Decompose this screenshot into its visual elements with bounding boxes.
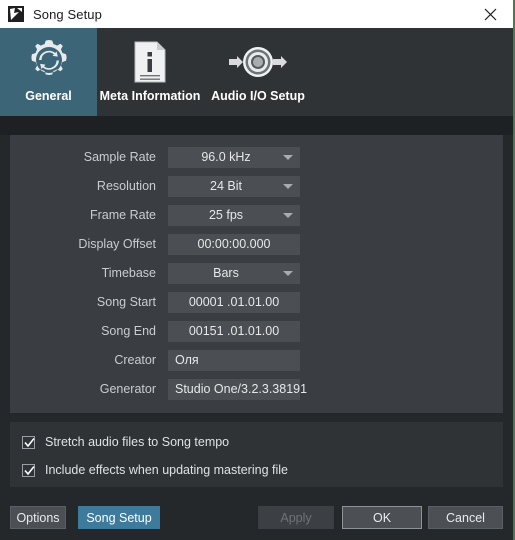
row-sample-rate: Sample Rate 96.0 kHz [10, 146, 300, 168]
creator-value: Оля [175, 353, 199, 367]
song-setup-button[interactable]: Song Setup [78, 506, 160, 529]
checkbox-label-include-effects: Include effects when updating mastering … [45, 463, 288, 477]
apply-button[interactable]: Apply [258, 506, 334, 529]
checkbox-stretch-audio-files[interactable] [22, 435, 35, 449]
general-settings-panel: Sample Rate 96.0 kHz Resolution 24 Bit F… [10, 135, 503, 413]
audio-io-jack-icon [227, 36, 289, 88]
tab-general-label: General [25, 89, 72, 103]
song-end-value: 00151 .01.01.00 [188, 324, 280, 338]
cancel-button[interactable]: Cancel [428, 506, 503, 529]
row-generator: Generator Studio One/3.2.3.38191 [10, 378, 307, 400]
row-song-end: Song End 00151 .01.01.00 [10, 320, 300, 342]
label-song-start: Song Start [96, 295, 156, 309]
label-timebase: Timebase [101, 266, 156, 280]
checkbox-label-stretch-audio-files: Stretch audio files to Song tempo [45, 435, 230, 449]
song-start-value: 00001 .01.01.00 [188, 295, 280, 309]
timebase-value: Bars [213, 266, 239, 280]
row-creator: Creator Оля [10, 349, 300, 371]
row-timebase: Timebase Bars [10, 262, 300, 284]
tab-meta-information-label: Meta Information [99, 89, 201, 103]
close-icon[interactable] [467, 0, 513, 28]
frame-rate-value: 25 fps [208, 208, 244, 222]
sample-rate-value: 96.0 kHz [201, 150, 251, 164]
song-setup-dialog: Song Setup General Meta Information Audi… [0, 0, 515, 540]
checkbox-row-stretch-audio-files[interactable]: Stretch audio files to Song tempo [22, 435, 229, 449]
options-checkbox-panel: Stretch audio files to Song tempo Includ… [10, 422, 503, 487]
label-generator: Generator [99, 382, 156, 396]
row-resolution: Resolution 24 Bit [10, 175, 300, 197]
tab-audio-io-setup-label: Audio I/O Setup [211, 89, 305, 103]
chevron-down-icon [283, 184, 293, 189]
chevron-down-icon [283, 271, 293, 276]
resolution-value: 24 Bit [210, 179, 242, 193]
tab-audio-io-setup[interactable]: Audio I/O Setup [203, 28, 313, 116]
song-end-input[interactable]: 00151 .01.01.00 [168, 320, 300, 342]
display-offset-value: 00:00:00.000 [197, 237, 271, 251]
gear-refresh-icon [24, 36, 74, 88]
tab-strip: General Meta Information Audio I/O Setup [0, 28, 513, 116]
label-frame-rate: Frame Rate [90, 208, 156, 222]
label-creator: Creator [114, 353, 156, 367]
checkbox-include-effects[interactable] [22, 463, 35, 477]
checkbox-row-include-effects[interactable]: Include effects when updating mastering … [22, 463, 288, 477]
title-bar: Song Setup [0, 0, 513, 28]
creator-input[interactable]: Оля [168, 349, 300, 371]
row-song-start: Song Start 00001 .01.01.00 [10, 291, 300, 313]
row-frame-rate: Frame Rate 25 fps [10, 204, 300, 226]
label-display-offset: Display Offset [78, 237, 156, 251]
sample-rate-dropdown[interactable]: 96.0 kHz [168, 146, 300, 168]
dialog-button-bar: Options Song Setup Apply OK Cancel [0, 492, 513, 540]
document-info-icon [133, 36, 167, 88]
studio-one-logo-icon [8, 6, 24, 22]
chevron-down-icon [283, 213, 293, 218]
label-resolution: Resolution [96, 179, 156, 193]
generator-value: Studio One/3.2.3.38191 [175, 382, 308, 396]
options-button[interactable]: Options [10, 506, 66, 529]
resolution-dropdown[interactable]: 24 Bit [168, 175, 300, 197]
panel-gap [0, 116, 513, 135]
window-title: Song Setup [33, 6, 102, 22]
song-start-input[interactable]: 00001 .01.01.00 [168, 291, 300, 313]
label-song-end: Song End [101, 324, 156, 338]
tab-meta-information[interactable]: Meta Information [97, 28, 203, 116]
ok-button[interactable]: OK [342, 506, 422, 529]
row-display-offset: Display Offset 00:00:00.000 [10, 233, 300, 255]
chevron-down-icon [283, 155, 293, 160]
label-sample-rate: Sample Rate [83, 150, 156, 164]
generator-input[interactable]: Studio One/3.2.3.38191 [168, 378, 307, 400]
frame-rate-dropdown[interactable]: 25 fps [168, 204, 300, 226]
tab-general[interactable]: General [0, 28, 97, 116]
display-offset-input[interactable]: 00:00:00.000 [168, 233, 300, 255]
timebase-dropdown[interactable]: Bars [168, 262, 300, 284]
